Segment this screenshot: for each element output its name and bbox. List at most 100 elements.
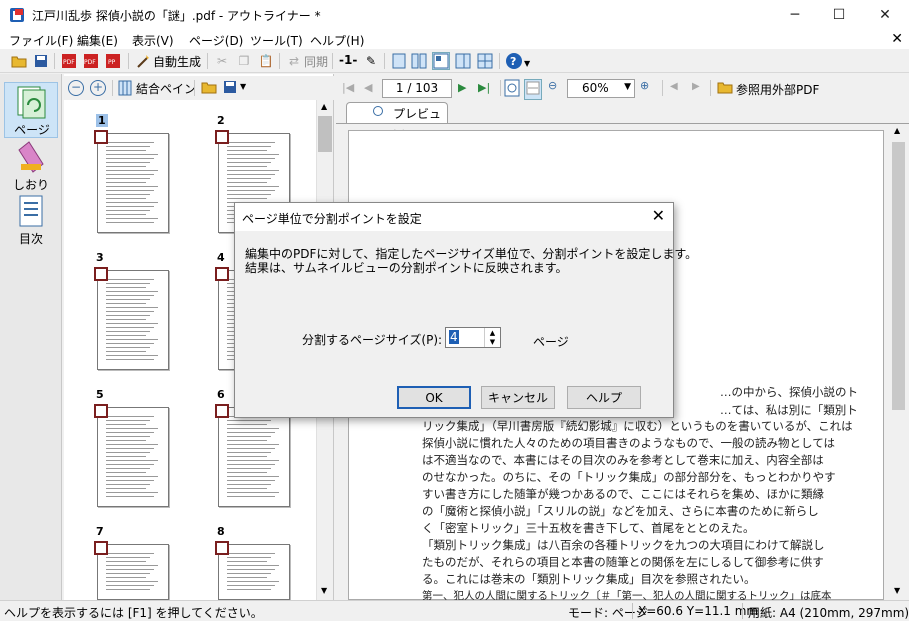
pdf-split-icon[interactable]: PDF [82, 52, 100, 70]
sync-button[interactable]: 同期 [304, 53, 328, 70]
stepper-down-icon[interactable]: ▼ [484, 338, 500, 347]
page-number-marker-button[interactable]: -1- [339, 53, 357, 67]
preview-scroll-up-icon[interactable]: ▲ [894, 126, 900, 135]
maximize-button[interactable]: ☐ [816, 0, 862, 30]
thumbnail-page-5[interactable] [97, 407, 169, 507]
scrollbar-thumb[interactable] [318, 116, 332, 152]
thumb-number-6: 6 [217, 388, 225, 401]
split-marker-7[interactable] [94, 541, 108, 555]
thumbnail-page-1[interactable] [97, 133, 169, 233]
zoom-out-icon[interactable]: − [68, 80, 84, 96]
cancel-button[interactable]: キャンセル [481, 386, 555, 409]
menu-page[interactable]: ページ(D) [189, 32, 243, 49]
thumbnail-page-6[interactable] [218, 407, 290, 507]
thumb-number-5: 5 [96, 388, 104, 401]
split-marker-1[interactable] [94, 130, 108, 144]
first-page-icon[interactable]: |◀ [342, 81, 354, 94]
paste-icon[interactable]: 📋 [257, 52, 275, 70]
nav-bookmarks[interactable]: しおり [4, 138, 58, 194]
sync-icon[interactable]: ⇄ [285, 52, 303, 70]
pdf-text-line: 「類別トリック集成」は八百余の各種トリックを九つの大項目にわけて解説し [422, 538, 825, 552]
zoom-in-preview-icon[interactable]: ⊕ [640, 79, 649, 92]
menu-edit[interactable]: 編集(E) [77, 32, 118, 49]
stepper-up-icon[interactable]: ▲ [484, 328, 500, 338]
tab-preview[interactable]: プレビュー [346, 102, 448, 138]
status-coordinates: X=60.6 Y=11.1 mm [638, 604, 759, 618]
preview-scrollbar[interactable]: ▲ ▼ [890, 124, 907, 600]
thumbnail-page-3[interactable] [97, 270, 169, 370]
nav-toc[interactable]: 目次 [4, 192, 58, 248]
dialog-close-icon[interactable]: ✕ [652, 206, 665, 225]
split-marker-8[interactable] [215, 541, 229, 555]
layout-split-icon[interactable] [432, 52, 450, 70]
history-back-icon[interactable]: ◀ [670, 81, 678, 92]
pdf-text-line: く「密室トリック」三十五枚を書き下して、首尾をととのえた。 [422, 521, 755, 535]
zoom-in-icon[interactable]: + [90, 80, 106, 96]
left-navigation: ページ しおり 目次 [0, 74, 62, 600]
pages-icon [14, 85, 48, 122]
nav-pages-label: ページ [14, 123, 50, 137]
auto-generate-button[interactable]: 自動生成 [153, 53, 201, 70]
fit-width-icon[interactable] [524, 79, 542, 100]
scroll-up-icon[interactable]: ▲ [321, 102, 327, 111]
pdf-text-line: リック集成」（早川書房版『続幻影城』に収む）というものを書いているが、これは [422, 419, 853, 433]
menu-view[interactable]: 表示(V) [132, 32, 174, 49]
zoom-dropdown-icon[interactable]: ▼ [624, 82, 631, 92]
pencil-icon[interactable]: ✎ [362, 52, 380, 70]
fit-page-icon[interactable] [504, 79, 520, 100]
open-folder-small-icon[interactable] [201, 80, 217, 97]
menu-tools[interactable]: ツール(T) [250, 32, 303, 49]
help-icon[interactable]: ? [505, 52, 523, 70]
prev-page-icon[interactable]: ◀ [364, 81, 372, 94]
layout-single-icon[interactable] [390, 52, 408, 70]
help-dropdown-icon[interactable]: ▼ [524, 59, 530, 68]
auto-generate-icon[interactable] [134, 52, 152, 70]
next-page-icon[interactable]: ▶ [458, 81, 466, 94]
pdf-text-line: 探偵小説に慣れた人々のための項目書きのようなもので、一般の読み物としては [422, 436, 835, 450]
thumb-number-4: 4 [217, 251, 225, 264]
join-panes-button[interactable]: 結合ペイン [136, 80, 196, 97]
copy-icon[interactable]: ❐ [235, 52, 253, 70]
pdf-text-line: の「魔術と探偵小説」「スリルの説」などを加え、さらに本書のために新らし [422, 504, 819, 518]
preview-scrollbar-thumb[interactable] [892, 142, 905, 410]
page-unit-label: ページ [533, 335, 569, 349]
pdf-merge-icon[interactable]: PP [104, 52, 122, 70]
split-marker-4[interactable] [215, 267, 229, 281]
last-page-icon[interactable]: ▶| [478, 81, 490, 94]
dialog-help-button[interactable]: ヘルプ [567, 386, 641, 409]
layout-double-icon[interactable] [410, 52, 428, 70]
history-forward-icon[interactable]: ▶ [692, 81, 700, 92]
split-marker-2[interactable] [215, 130, 229, 144]
open-folder-icon[interactable] [10, 52, 28, 70]
menu-file[interactable]: ファイル(F) [9, 32, 73, 49]
external-pdf-button[interactable]: 参照用外部PDF [736, 81, 819, 98]
split-marker-5[interactable] [94, 404, 108, 418]
page-number-input[interactable]: 1 / 103 [382, 79, 452, 98]
nav-pages[interactable]: ページ [4, 82, 58, 138]
save-dropdown-icon[interactable]: ▼ [240, 82, 246, 91]
split-marker-6[interactable] [215, 404, 229, 418]
split-marker-3[interactable] [94, 267, 108, 281]
close-button[interactable]: ✕ [862, 0, 908, 30]
zoom-select[interactable]: 60% ▼ [567, 79, 635, 98]
layout-right-icon[interactable] [454, 52, 472, 70]
page-size-stepper[interactable]: 4 ▲ ▼ [445, 327, 501, 348]
ok-button[interactable]: OK [397, 386, 471, 409]
zoom-out-preview-icon[interactable]: ⊖ [548, 79, 557, 92]
save-small-icon[interactable] [223, 80, 237, 97]
page-size-value[interactable]: 4 [449, 330, 459, 344]
preview-scroll-down-icon[interactable]: ▼ [894, 586, 900, 595]
thumb-number-1: 1 [96, 114, 108, 127]
scroll-down-icon[interactable]: ▼ [321, 586, 327, 595]
minimize-button[interactable]: ─ [772, 0, 818, 30]
layout-grid-icon[interactable] [476, 52, 494, 70]
pdf-text-line: …ては、私は別に「類別ト [720, 403, 858, 417]
cut-icon[interactable]: ✂ [213, 52, 231, 70]
pdf-export-icon[interactable]: PDF [60, 52, 78, 70]
save-icon[interactable] [32, 52, 50, 70]
svg-text:PDF: PDF [84, 59, 96, 66]
close-document-icon[interactable]: ✕ [891, 31, 903, 47]
status-bar: ヘルプを表示するには [F1] を押してください。 モード: ページ X=60.… [0, 600, 909, 621]
menu-help[interactable]: ヘルプ(H) [310, 32, 364, 49]
main-toolbar: PDF PDF PP 自動生成 ✂ ❐ 📋 ⇄ 同期 -1- ✎ ? ▼ [0, 49, 909, 73]
